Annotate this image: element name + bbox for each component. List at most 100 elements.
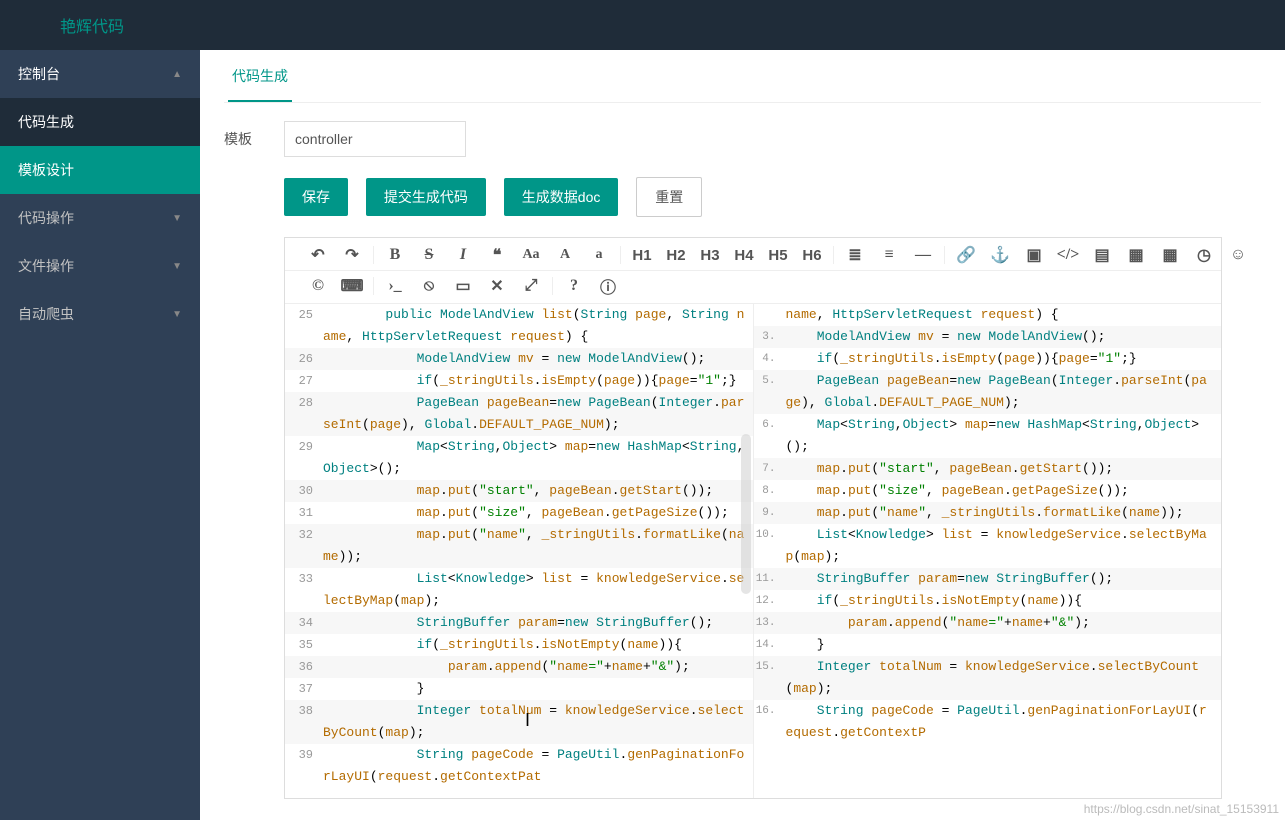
- sidebar-header-label: 控制台: [18, 64, 60, 84]
- sidebar: 控制台 ▲ 代码生成 模板设计 代码操作 ▼ 文件操作 ▼ 自动爬虫 ▼: [0, 50, 200, 820]
- code-line: 37 }: [285, 678, 753, 700]
- anchor-icon[interactable]: ⚓: [991, 246, 1009, 264]
- reset-button[interactable]: 重置: [636, 177, 702, 217]
- sidebar-item-label: 模板设计: [18, 160, 74, 180]
- code-line: 5. PageBean pageBean=new PageBean(Intege…: [754, 370, 1222, 414]
- copyright-icon[interactable]: ©: [309, 277, 327, 295]
- sidebar-item-codegen[interactable]: 代码生成: [0, 98, 200, 146]
- code-line: 25 public ModelAndView list(String page,…: [285, 304, 753, 348]
- watermark-text: https://blog.csdn.net/sinat_15153911: [1084, 802, 1279, 816]
- code-line: name, HttpServletRequest request) {: [754, 304, 1222, 326]
- b-icon[interactable]: B: [386, 246, 404, 264]
- keyboard-icon[interactable]: ⌨: [343, 277, 361, 295]
- code-line: 30 map.put("start", pageBean.getStart())…: [285, 480, 753, 502]
- code-line: 13. param.append("name="+name+"&");: [754, 612, 1222, 634]
- code-line: 6. Map<String,Object> map=new HashMap<St…: [754, 414, 1222, 458]
- sidebar-item-label: 文件操作: [18, 256, 74, 276]
- code-line: 39 String pageCode = PageUtil.genPaginat…: [285, 744, 753, 788]
- template-label: 模板: [224, 129, 284, 149]
- save-button[interactable]: 保存: [284, 178, 348, 216]
- code-line: 9. map.put("name", _stringUtils.formatLi…: [754, 502, 1222, 524]
- tab-codegen[interactable]: 代码生成: [228, 50, 292, 102]
- template-input[interactable]: [284, 121, 466, 157]
- sidebar-item-fileop[interactable]: 文件操作 ▼: [0, 242, 200, 290]
- eye-off-icon[interactable]: ⦸: [420, 277, 438, 295]
- help-icon[interactable]: ?: [565, 277, 583, 295]
- code-line: 36 param.append("name="+name+"&");: [285, 656, 753, 678]
- content-area: 代码生成 模板 保存 提交生成代码 生成数据doc 重置 ↶ ↷ BSI ❝ Aa Aa H…: [200, 50, 1285, 820]
- aa-icon[interactable]: Aa: [522, 246, 540, 264]
- editor-panes: 25 public ModelAndView list(String page,…: [285, 304, 1221, 798]
- code-line: 16. String pageCode = PageUtil.genPagina…: [754, 700, 1222, 744]
- editor-toolbar: ↶↷BSI❝AaAaH1H2H3H4H5H6≣≡—🔗⚓▣</>▤▦▦◷☺ ©⌨›…: [285, 238, 1221, 304]
- button-row: 保存 提交生成代码 生成数据doc 重置: [284, 177, 1261, 217]
- chevron-down-icon: ▼: [172, 261, 182, 272]
- code-line: 11. StringBuffer param=new StringBuffer(…: [754, 568, 1222, 590]
- table-icon[interactable]: ▦: [1127, 246, 1145, 264]
- h2-icon[interactable]: H2: [667, 246, 685, 264]
- tools-icon[interactable]: ✕: [488, 277, 506, 295]
- h6-icon[interactable]: H6: [803, 246, 821, 264]
- redo-icon[interactable]: ↷: [343, 246, 361, 264]
- code-line: 4. if(_stringUtils.isEmpty(page)){page="…: [754, 348, 1222, 370]
- i-icon[interactable]: I: [454, 246, 472, 264]
- sidebar-item-label: 代码生成: [18, 112, 74, 132]
- ol-icon[interactable]: ≡: [880, 246, 898, 264]
- code-line: 29 Map<String,Object> map=new HashMap<St…: [285, 436, 753, 480]
- code-line: 32 map.put("name", _stringUtils.formatLi…: [285, 524, 753, 568]
- sidebar-item-spider[interactable]: 自动爬虫 ▼: [0, 290, 200, 338]
- code-line: 27 if(_stringUtils.isEmpty(page)){page="…: [285, 370, 753, 392]
- brand-title: 艳辉代码: [60, 13, 124, 37]
- grid-icon[interactable]: ▦: [1161, 246, 1179, 264]
- code-line: 34 StringBuffer param=new StringBuffer()…: [285, 612, 753, 634]
- editor-pane-source[interactable]: 25 public ModelAndView list(String page,…: [285, 304, 754, 798]
- top-bar: 艳辉代码: [0, 0, 1285, 50]
- submit-button[interactable]: 提交生成代码: [366, 178, 486, 216]
- terminal-icon[interactable]: ›_: [386, 277, 404, 295]
- minus-icon[interactable]: —: [914, 246, 932, 264]
- editor: ↶↷BSI❝AaAaH1H2H3H4H5H6≣≡—🔗⚓▣</>▤▦▦◷☺ ©⌨›…: [284, 237, 1222, 799]
- chevron-down-icon: ▼: [172, 213, 182, 224]
- info-icon[interactable]: ⓘ: [599, 277, 617, 295]
- ul-icon[interactable]: ≣: [846, 246, 864, 264]
- link-icon[interactable]: 🔗: [957, 246, 975, 264]
- editor-pane-preview[interactable]: name, HttpServletRequest request) {3. Mo…: [754, 304, 1222, 798]
- quote-icon[interactable]: ❝: [488, 246, 506, 264]
- code-line: 38 Integer totalNum = knowledgeService.s…: [285, 700, 753, 744]
- code-line: 35 if(_stringUtils.isNotEmpty(name)){: [285, 634, 753, 656]
- code-line: 31 map.put("size", pageBean.getPageSize(…: [285, 502, 753, 524]
- smile-icon[interactable]: ☺: [1229, 246, 1247, 264]
- scrollbar-thumb[interactable]: [741, 434, 751, 594]
- code-line: 14. }: [754, 634, 1222, 656]
- h5-icon[interactable]: H5: [769, 246, 787, 264]
- undo-icon[interactable]: ↶: [309, 246, 327, 264]
- expand-icon[interactable]: ⤢: [522, 277, 540, 295]
- chevron-up-icon: ▲: [172, 69, 182, 80]
- h3-icon[interactable]: H3: [701, 246, 719, 264]
- h4-icon[interactable]: H4: [735, 246, 753, 264]
- page-icon[interactable]: ▤: [1093, 246, 1111, 264]
- code-line: 7. map.put("start", pageBean.getStart())…: [754, 458, 1222, 480]
- template-row: 模板: [224, 121, 1261, 157]
- sidebar-item-template[interactable]: 模板设计: [0, 146, 200, 194]
- sidebar-item-label: 代码操作: [18, 208, 74, 228]
- code-line: 26 ModelAndView mv = new ModelAndView();: [285, 348, 753, 370]
- monitor-icon[interactable]: ▭: [454, 277, 472, 295]
- gendoc-button[interactable]: 生成数据doc: [504, 178, 619, 216]
- code-line: 8. map.put("size", pageBean.getPageSize(…: [754, 480, 1222, 502]
- code-line: 28 PageBean pageBean=new PageBean(Intege…: [285, 392, 753, 436]
- a-icon[interactable]: A: [556, 246, 574, 264]
- code-line: 12. if(_stringUtils.isNotEmpty(name)){: [754, 590, 1222, 612]
- sidebar-header[interactable]: 控制台 ▲: [0, 50, 200, 98]
- tab-bar: 代码生成: [224, 50, 1261, 103]
- sidebar-item-label: 自动爬虫: [18, 304, 74, 324]
- code-icon[interactable]: </>: [1059, 246, 1077, 264]
- code-line: 10. List<Knowledge> list = knowledgeServ…: [754, 524, 1222, 568]
- s-icon[interactable]: S: [420, 246, 438, 264]
- clock-icon[interactable]: ◷: [1195, 246, 1213, 264]
- image-icon[interactable]: ▣: [1025, 246, 1043, 264]
- code-line: 33 List<Knowledge> list = knowledgeServi…: [285, 568, 753, 612]
- h1-icon[interactable]: H1: [633, 246, 651, 264]
- a-icon[interactable]: a: [590, 246, 608, 264]
- sidebar-item-codeop[interactable]: 代码操作 ▼: [0, 194, 200, 242]
